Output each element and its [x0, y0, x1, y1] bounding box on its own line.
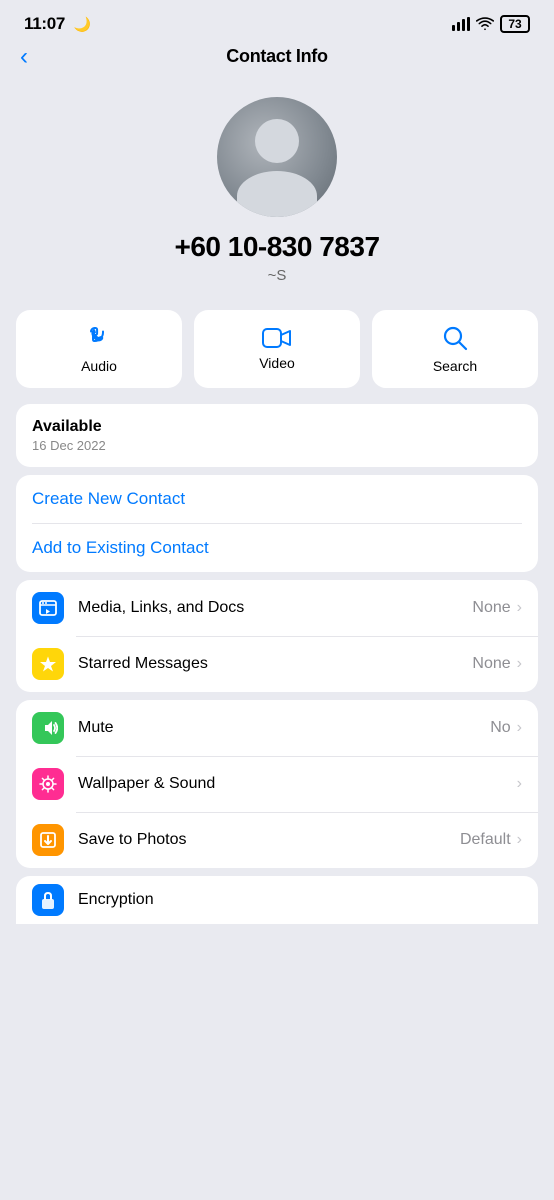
- mute-label: Mute: [78, 719, 490, 737]
- settings-card: Mute No › Wallpaper & Sound ›: [16, 700, 538, 868]
- save-photos-chevron-icon: ›: [517, 831, 522, 849]
- media-icon-bg: [32, 592, 64, 624]
- avatar-body: [237, 171, 317, 217]
- wallpaper-icon-bg: [32, 768, 64, 800]
- availability-card: Available 16 Dec 2022: [16, 404, 538, 467]
- media-links-docs-item[interactable]: Media, Links, and Docs None ›: [16, 580, 538, 636]
- search-label: Search: [433, 358, 477, 374]
- avatar-section: +60 10-830 7837 ~S: [0, 77, 554, 294]
- audio-label: Audio: [81, 358, 117, 374]
- mute-item[interactable]: Mute No ›: [16, 700, 538, 756]
- action-buttons-row: Audio Video Search: [0, 294, 554, 396]
- save-photos-icon-bg: [32, 824, 64, 856]
- encryption-label: Encryption: [78, 891, 522, 909]
- wallpaper-sound-item[interactable]: Wallpaper & Sound ›: [16, 756, 538, 812]
- save-to-photos-value: Default: [460, 831, 511, 849]
- starred-messages-value: None: [472, 655, 510, 673]
- mute-chevron-icon: ›: [517, 719, 522, 737]
- contact-actions-card: Create New Contact Add to Existing Conta…: [16, 475, 538, 572]
- nav-bar: ‹ Contact Info: [0, 40, 554, 77]
- contact-number: +60 10-830 7837: [174, 231, 379, 263]
- audio-button[interactable]: Audio: [16, 310, 182, 388]
- avatar: [217, 97, 337, 217]
- avatar-head: [255, 119, 299, 163]
- wallpaper-sound-label: Wallpaper & Sound: [78, 775, 511, 793]
- video-button[interactable]: Video: [194, 310, 360, 388]
- mute-value: No: [490, 719, 510, 737]
- starred-chevron-icon: ›: [517, 655, 522, 673]
- encryption-item[interactable]: Encryption: [16, 876, 538, 924]
- back-button[interactable]: ‹: [20, 43, 28, 71]
- search-icon: [441, 324, 469, 352]
- media-links-docs-label: Media, Links, and Docs: [78, 599, 472, 617]
- video-label: Video: [259, 355, 295, 371]
- save-to-photos-label: Save to Photos: [78, 831, 460, 849]
- starred-messages-label: Starred Messages: [78, 655, 472, 673]
- encryption-icon-bg: [32, 884, 64, 916]
- signal-icon: [452, 17, 470, 31]
- add-existing-contact-button[interactable]: Add to Existing Contact: [16, 524, 538, 572]
- search-button[interactable]: Search: [372, 310, 538, 388]
- media-chevron-icon: ›: [517, 599, 522, 617]
- media-starred-card: Media, Links, and Docs None › Starred Me…: [16, 580, 538, 692]
- starred-messages-item[interactable]: Starred Messages None ›: [16, 636, 538, 692]
- media-links-docs-value: None: [472, 599, 510, 617]
- status-icons: 73: [452, 15, 530, 33]
- moon-icon: 🌙: [73, 16, 90, 32]
- save-to-photos-item[interactable]: Save to Photos Default ›: [16, 812, 538, 868]
- page-title: Contact Info: [226, 46, 327, 67]
- mute-icon-bg: [32, 712, 64, 744]
- audio-icon: [85, 324, 113, 352]
- video-icon: [262, 327, 292, 349]
- availability-date: 16 Dec 2022: [32, 438, 522, 453]
- status-time: 11:07 🌙: [24, 14, 91, 34]
- battery-indicator: 73: [500, 15, 530, 33]
- create-new-contact-button[interactable]: Create New Contact: [16, 475, 538, 523]
- wallpaper-chevron-icon: ›: [517, 775, 522, 793]
- starred-icon-bg: [32, 648, 64, 680]
- availability-status: Available: [32, 418, 522, 436]
- status-bar: 11:07 🌙 73: [0, 0, 554, 40]
- wifi-icon: [476, 17, 494, 31]
- contact-alias: ~S: [268, 267, 287, 284]
